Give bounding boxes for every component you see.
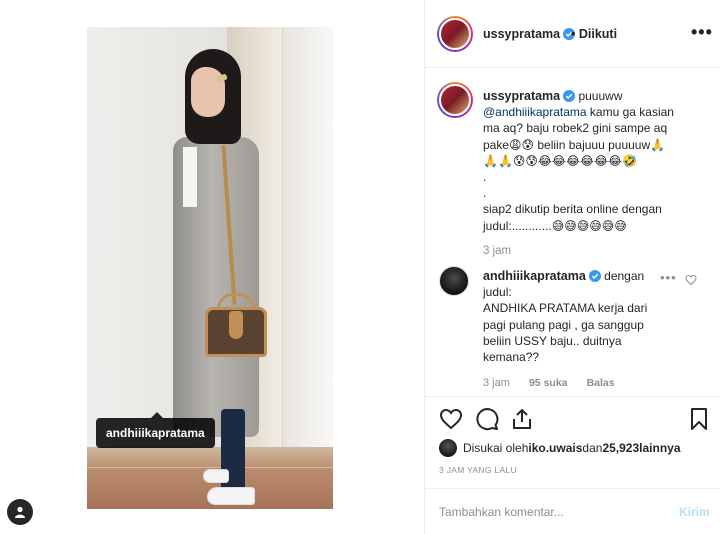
author-username[interactable]: ussypratama xyxy=(483,27,576,41)
caption-author-avatar[interactable] xyxy=(437,82,473,118)
post-actions xyxy=(425,396,720,436)
likes-suffix[interactable]: lainnya xyxy=(639,441,680,455)
follow-status-button[interactable]: • Diikuti xyxy=(571,27,617,41)
photo-pillar xyxy=(282,27,333,447)
person-boot-front xyxy=(207,487,255,505)
caption-lead: puuuww xyxy=(575,89,623,103)
likes-prefix: Disukai oleh xyxy=(463,441,529,455)
post-timestamp[interactable]: 3 JAM YANG LALU xyxy=(439,465,517,475)
liker-username[interactable]: iko.uwais xyxy=(528,441,582,455)
caption-body: kamu ga kasian ma aq? baju robek2 gini s… xyxy=(483,105,674,233)
post-header: ussypratama • Diikuti ••• xyxy=(425,0,720,68)
comment-icon xyxy=(476,408,499,431)
comment-text: andhiiikapratama dengan judul: ANDHIKA P… xyxy=(483,268,663,365)
user-tag-icon xyxy=(15,506,25,518)
comment-more-icon[interactable]: ••• xyxy=(660,270,677,285)
caption-username[interactable]: ussypratama xyxy=(483,89,560,103)
post-side-panel: ussypratama • Diikuti ••• ussypratama pu… xyxy=(424,0,720,534)
caption-mention-link[interactable]: @andhiiikapratama xyxy=(483,105,587,119)
commenter-avatar[interactable] xyxy=(439,266,469,296)
verified-icon xyxy=(563,90,576,102)
comment-meta: 3 jam 95 suka Balas xyxy=(483,377,631,389)
bag-flap xyxy=(229,311,243,339)
author-avatar[interactable] xyxy=(437,16,473,52)
caption-text: ussypratama puuuww @andhiiikapratama kam… xyxy=(483,88,683,234)
likes-middle: dan xyxy=(582,441,603,455)
share-icon xyxy=(513,408,531,429)
post-comment-button[interactable]: Kirim xyxy=(679,505,710,519)
likes-summary: Disukai oleh iko.uwais dan 25,923 lainny… xyxy=(439,438,681,458)
more-options-icon[interactable]: ••• xyxy=(691,22,713,43)
save-button[interactable] xyxy=(687,407,711,431)
comment-input[interactable] xyxy=(439,502,659,522)
bookmark-icon xyxy=(691,408,707,430)
person-shirt xyxy=(183,147,197,207)
photo-user-tag[interactable]: andhiiikapratama xyxy=(96,412,215,448)
verified-icon xyxy=(588,270,601,282)
like-button[interactable] xyxy=(439,407,463,431)
add-comment-bar: Kirim xyxy=(425,488,720,534)
user-tag-button[interactable] xyxy=(7,499,33,525)
likes-count[interactable]: 25,923 xyxy=(602,441,639,455)
comment-timestamp[interactable]: 3 jam xyxy=(483,377,510,389)
comment-button[interactable] xyxy=(475,407,499,431)
comment-likes[interactable]: 95 suka xyxy=(529,377,568,389)
person-boot-back xyxy=(203,469,229,483)
liker-avatar[interactable] xyxy=(439,439,457,457)
comment-like-heart-icon[interactable] xyxy=(685,274,697,286)
heart-icon xyxy=(439,408,463,430)
post-media: andhiiikapratama xyxy=(0,0,424,534)
comment-body: dengan judul: ANDHIKA PRATAMA kerja dari… xyxy=(483,269,648,365)
commenter-username[interactable]: andhiiikapratama xyxy=(483,269,586,283)
share-button[interactable] xyxy=(510,407,534,431)
comment-reply-button[interactable]: Balas xyxy=(587,377,615,389)
caption-timestamp[interactable]: 3 jam xyxy=(483,245,511,257)
